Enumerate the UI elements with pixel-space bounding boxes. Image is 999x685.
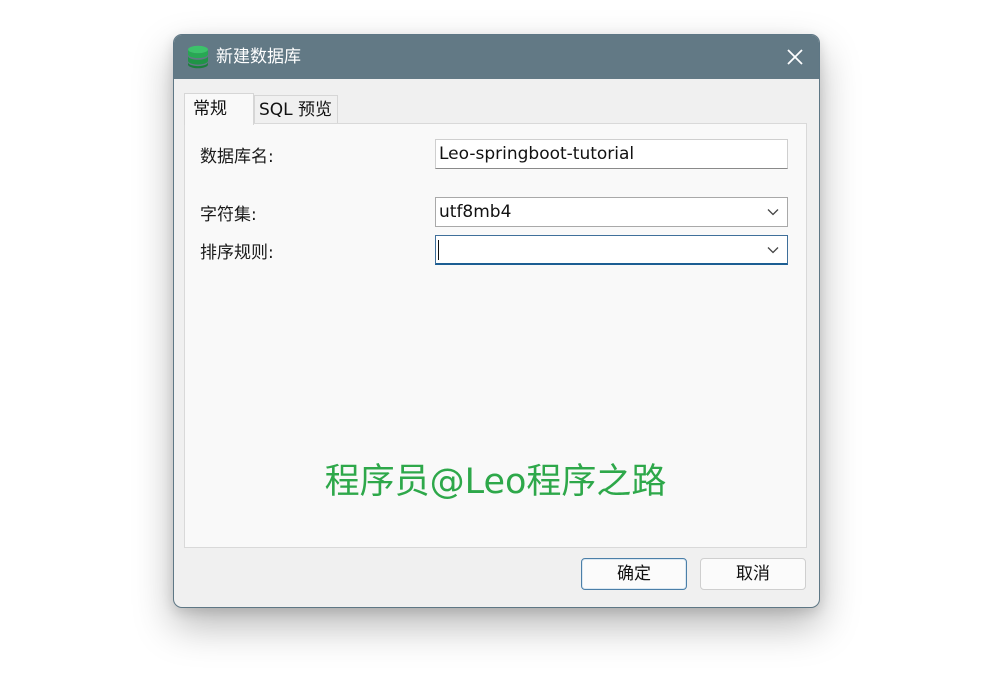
chevron-down-icon (767, 209, 779, 216)
new-database-dialog: 新建数据库 常规 SQL 预览 数据库名: Leo-springboot-tut… (173, 34, 820, 608)
charset-value: utf8mb4 (439, 202, 512, 222)
database-name-label: 数据库名: (200, 147, 274, 167)
watermark-text: 程序员@Leo程序之路 (324, 462, 667, 502)
database-name-value: Leo-springboot-tutorial (439, 144, 635, 164)
title-bar[interactable]: 新建数据库 (174, 35, 819, 79)
database-name-input[interactable]: Leo-springboot-tutorial (435, 139, 788, 169)
database-icon (188, 45, 208, 69)
window-title: 新建数据库 (216, 47, 301, 67)
general-panel: 数据库名: Leo-springboot-tutorial 字符集: utf8m… (184, 123, 807, 548)
collation-label: 排序规则: (200, 243, 274, 263)
tab-sql-preview[interactable]: SQL 预览 (254, 95, 338, 124)
cancel-button[interactable]: 取消 (700, 558, 806, 590)
tab-general-label: 常规 (193, 99, 227, 119)
text-caret (438, 240, 439, 260)
close-icon[interactable] (781, 43, 809, 71)
tab-general[interactable]: 常规 (184, 93, 254, 125)
collation-select[interactable] (435, 235, 788, 265)
charset-select[interactable]: utf8mb4 (435, 197, 788, 227)
chevron-down-icon (767, 247, 779, 254)
ok-button[interactable]: 确定 (581, 558, 687, 590)
tab-sql-preview-label: SQL 预览 (259, 100, 333, 120)
charset-label: 字符集: (200, 205, 257, 225)
